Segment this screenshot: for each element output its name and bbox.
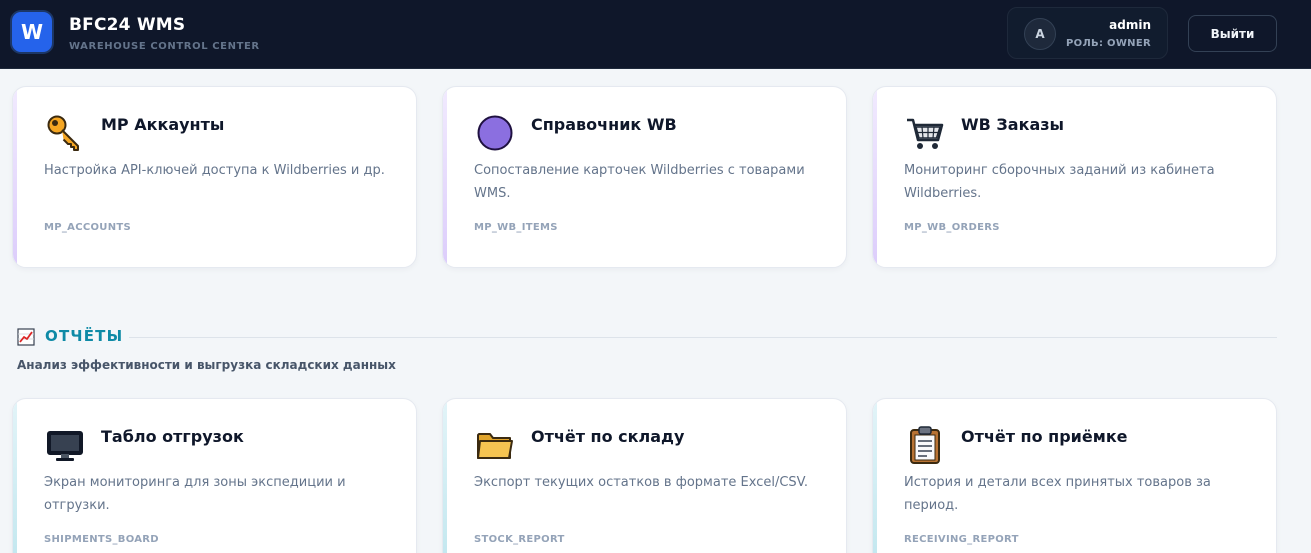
monitor-icon	[45, 425, 85, 465]
card-description: Настройка API-ключей доступа к Wildberri…	[44, 163, 385, 178]
user-profile[interactable]: A admin РОЛЬ: OWNER	[1007, 7, 1168, 59]
user-role: РОЛЬ: OWNER	[1066, 38, 1151, 49]
card-code: SHIPMENTS_BOARD	[44, 534, 159, 545]
section-subtitle: Анализ эффективности и выгрузка складски…	[17, 358, 396, 372]
card-title: MP Аккаунты	[101, 115, 225, 134]
reports-section-header: ОТЧЁТЫ	[17, 326, 1277, 346]
app-subtitle: WAREHOUSE CONTROL CENTER	[69, 41, 260, 52]
card-mp-wb-items[interactable]: Справочник WB Сопоставление карточек Wil…	[442, 86, 847, 268]
card-shipments-board[interactable]: Табло отгрузок Экран мониторинга для зон…	[12, 398, 417, 553]
card-title: Отчёт по складу	[531, 427, 685, 446]
logout-button[interactable]: Выйти	[1188, 15, 1277, 52]
card-title: Табло отгрузок	[101, 427, 244, 446]
purple-circle-icon	[475, 113, 515, 153]
top-bar: W BFC24 WMS WAREHOUSE CONTROL CENTER A a…	[0, 0, 1311, 69]
card-code: MP_ACCOUNTS	[44, 222, 132, 233]
shopping-cart-icon	[905, 113, 945, 153]
clipboard-icon	[905, 425, 945, 465]
section-divider	[129, 337, 1277, 338]
section-title: ОТЧЁТЫ	[45, 327, 124, 345]
card-description: Сопоставление карточек Wildberries с тов…	[474, 163, 805, 201]
avatar: A	[1024, 18, 1056, 50]
card-mp-accounts[interactable]: MP Аккаунты Настройка API-ключей доступа…	[12, 86, 417, 268]
card-description: Экран мониторинга для зоны экспедиции и …	[44, 475, 346, 513]
card-code: MP_WB_ORDERS	[904, 222, 1000, 233]
card-code: RECEIVING_REPORT	[904, 534, 1019, 545]
card-code: STOCK_REPORT	[474, 534, 565, 545]
card-description: Экспорт текущих остатков в формате Excel…	[474, 475, 809, 490]
app-logo[interactable]: W	[12, 12, 52, 52]
chart-increasing-icon	[17, 328, 35, 346]
card-code: MP_WB_ITEMS	[474, 222, 558, 233]
app-title: BFC24 WMS	[69, 15, 186, 35]
card-stock-report[interactable]: Отчёт по складу Экспорт текущих остатков…	[442, 398, 847, 553]
folder-icon	[475, 425, 515, 465]
card-receiving-report[interactable]: Отчёт по приёмке История и детали всех п…	[872, 398, 1277, 553]
card-title: Справочник WB	[531, 115, 677, 134]
card-title: WB Заказы	[961, 115, 1064, 134]
card-mp-wb-orders[interactable]: WB Заказы Мониторинг сборочных заданий и…	[872, 86, 1277, 268]
card-title: Отчёт по приёмке	[961, 427, 1128, 446]
card-description: Мониторинг сборочных заданий из кабинета…	[904, 163, 1215, 201]
card-description: История и детали всех принятых товаров з…	[904, 475, 1211, 513]
user-name: admin	[1109, 18, 1151, 32]
key-icon	[45, 113, 85, 153]
